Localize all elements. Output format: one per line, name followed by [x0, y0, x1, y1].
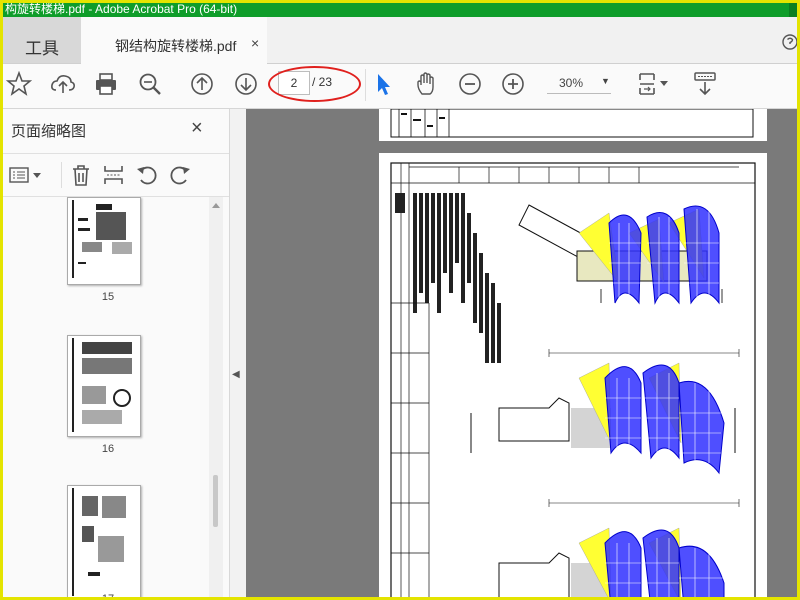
help-icon[interactable] — [782, 31, 797, 51]
page-thumbnail[interactable] — [67, 335, 141, 437]
rotate-cw-icon[interactable] — [168, 163, 192, 187]
toolbar-divider — [365, 69, 366, 101]
select-arrow-icon[interactable] — [369, 70, 397, 98]
tab-tools-label: 工具 — [25, 39, 59, 58]
pane-title: 页面缩略图 — [11, 123, 87, 140]
zoom-select[interactable]: 30% ▼ — [547, 73, 611, 94]
title-bar-edge — [789, 3, 797, 17]
zoom-minus-icon[interactable] — [456, 70, 484, 98]
print-icon[interactable] — [92, 70, 120, 98]
thumbnail-toolbar — [3, 153, 229, 197]
document-view — [246, 109, 797, 597]
trash-icon[interactable] — [69, 163, 93, 187]
rotate-ccw-icon[interactable] — [135, 163, 159, 187]
thumbnail-label: 16 — [101, 443, 115, 455]
zoom-plus-icon[interactable] — [499, 70, 527, 98]
hand-icon[interactable] — [413, 70, 441, 98]
divider — [61, 162, 62, 188]
page-thumbnail[interactable] — [67, 485, 141, 597]
tab-close-button[interactable]: × — [251, 35, 259, 51]
cloud-upload-icon[interactable] — [49, 70, 77, 98]
main-toolbar — [3, 64, 797, 109]
thumbnail-scrollbar[interactable] — [209, 197, 223, 597]
scroll-up-arrow-icon[interactable] — [209, 201, 223, 211]
page-up-icon[interactable] — [188, 70, 216, 98]
thumbnail-pane: 页面缩略图 × 15 16 — [3, 109, 230, 597]
pane-close-button[interactable]: × — [191, 117, 203, 140]
tab-row: 工具 钢结构旋转楼梯.pdf × — [3, 17, 797, 64]
collapse-pane-icon[interactable]: ◀ — [232, 369, 240, 380]
star-icon[interactable] — [5, 70, 33, 98]
tab-document-label: 钢结构旋转楼梯.pdf — [115, 38, 237, 54]
title-bar: 构旋转楼梯.pdf - Adobe Acrobat Pro (64-bit) — [3, 3, 797, 17]
app-window: 构旋转楼梯.pdf - Adobe Acrobat Pro (64-bit) 工… — [3, 3, 797, 597]
tab-tools[interactable]: 工具 — [3, 17, 81, 63]
pdf-page-current — [379, 153, 767, 597]
scrollbar-thumb[interactable] — [213, 475, 218, 527]
chevron-down-icon: ▼ — [601, 76, 610, 86]
thumbnail-label: 15 — [101, 291, 115, 303]
zoom-value: 30% — [559, 76, 584, 90]
scroll-mode-icon[interactable] — [691, 70, 719, 98]
page-down-icon[interactable] — [232, 70, 260, 98]
fit-page-icon[interactable] — [636, 70, 672, 98]
annotation-ellipse — [268, 66, 361, 102]
thumbnail-list: 15 16 17 — [3, 197, 213, 597]
thumbnail-label: 17 — [3, 593, 213, 597]
insert-page-icon[interactable] — [102, 163, 126, 187]
window-title: 构旋转楼梯.pdf - Adobe Acrobat Pro (64-bit) — [5, 3, 238, 16]
page-thumbnail[interactable] — [67, 197, 141, 285]
thumbnail-options-icon[interactable] — [9, 166, 43, 184]
pdf-page-previous — [379, 109, 767, 141]
zoom-out-search-icon[interactable] — [136, 70, 164, 98]
tab-document[interactable]: 钢结构旋转楼梯.pdf × — [81, 17, 267, 64]
